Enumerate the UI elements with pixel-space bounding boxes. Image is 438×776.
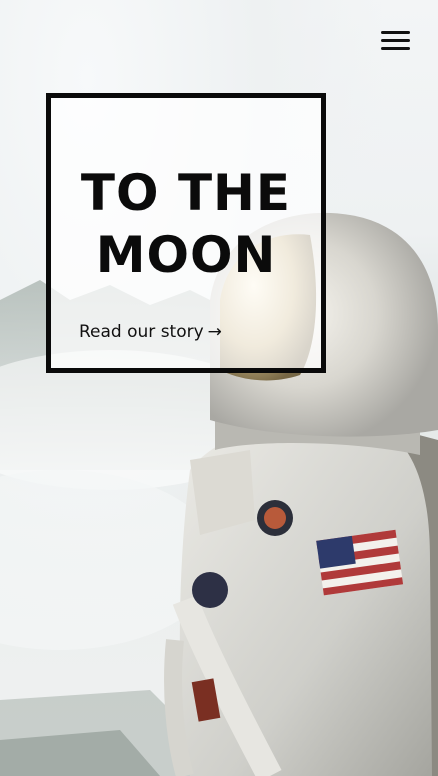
hamburger-icon-line-middle (381, 39, 410, 42)
hamburger-icon-line-bottom (381, 47, 410, 50)
title-line-1: TO THE (80, 164, 292, 222)
read-story-link[interactable]: Read our story → (79, 322, 222, 342)
hamburger-menu-button[interactable] (379, 28, 413, 54)
page-title: TO THE MOON (51, 162, 321, 286)
read-story-label: Read our story (79, 322, 204, 342)
arrow-right-icon: → (207, 322, 222, 342)
hamburger-icon (381, 31, 410, 34)
title-line-2: MOON (95, 226, 277, 284)
hero-title-card: TO THE MOON Read our story → (46, 93, 326, 373)
